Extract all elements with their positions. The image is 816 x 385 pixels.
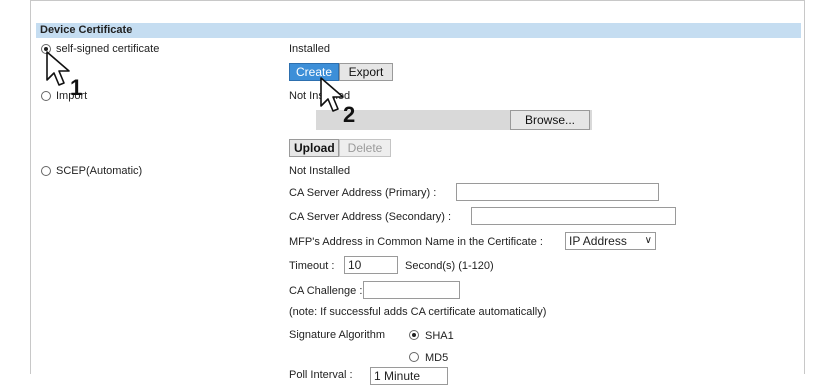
- browse-button[interactable]: Browse...: [510, 110, 590, 130]
- section-title: Device Certificate: [36, 23, 801, 38]
- delete-button[interactable]: Delete: [339, 139, 391, 157]
- ca-challenge-input[interactable]: [363, 281, 460, 299]
- hand-pointer-icon: [46, 51, 70, 86]
- ca-primary-input[interactable]: [456, 183, 659, 201]
- timeout-label: Timeout :: [289, 260, 335, 272]
- timeout-input[interactable]: 10: [344, 256, 398, 274]
- scep-radio[interactable]: [41, 166, 51, 176]
- scep-label: SCEP(Automatic): [56, 165, 143, 177]
- sha1-label: SHA1: [425, 330, 454, 342]
- chevron-down-icon: ∨: [644, 235, 652, 246]
- mfp-address-value: IP Address: [569, 234, 627, 248]
- ca-challenge-label: CA Challenge :: [289, 285, 363, 297]
- poll-interval-label: Poll Interval :: [289, 369, 353, 381]
- poll-interval-value: 1 Minute: [374, 369, 421, 383]
- mfp-address-select[interactable]: IP Address ∨: [565, 232, 656, 250]
- sha1-radio[interactable]: [409, 330, 419, 340]
- md5-radio[interactable]: [409, 352, 419, 362]
- step-number-1: 1: [70, 75, 83, 100]
- ca-secondary-input[interactable]: [471, 207, 676, 225]
- ca-secondary-label: CA Server Address (Secondary) :: [289, 211, 452, 223]
- step-number-2: 2: [343, 102, 356, 127]
- hand-pointer-icon: [320, 77, 344, 112]
- md5-label: MD5: [425, 352, 449, 364]
- signature-algorithm-label: Signature Algorithm: [289, 329, 385, 341]
- self-signed-status: Installed: [289, 43, 330, 55]
- scep-status: Not Installed: [289, 165, 351, 177]
- mfp-address-label: MFP's Address in Common Name in the Cert…: [289, 236, 543, 248]
- export-button[interactable]: Export: [339, 63, 393, 81]
- upload-button[interactable]: Upload: [289, 139, 339, 157]
- poll-interval-select[interactable]: 1 Minute: [370, 367, 448, 385]
- import-radio[interactable]: [41, 91, 51, 101]
- timeout-unit: Second(s) (1-120): [405, 260, 494, 272]
- ca-primary-label: CA Server Address (Primary) :: [289, 187, 437, 199]
- scep-note: (note: If successful adds CA certificate…: [289, 306, 547, 318]
